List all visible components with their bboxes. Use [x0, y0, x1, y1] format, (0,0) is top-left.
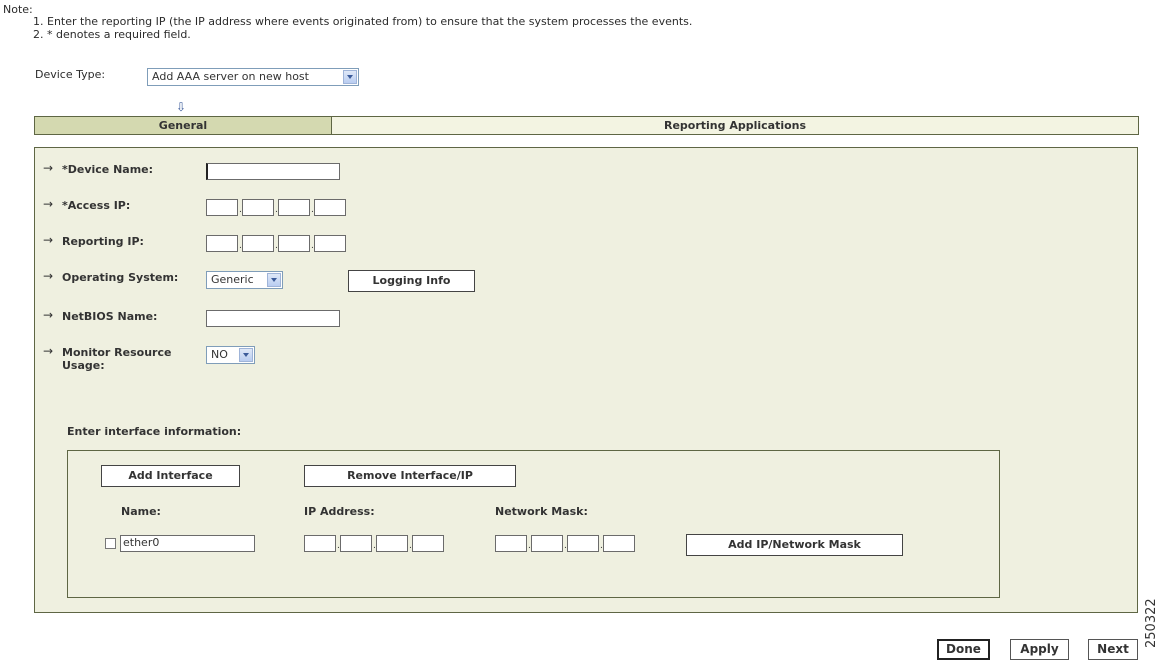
interface-ip-octet-4[interactable]: [412, 535, 444, 552]
done-button[interactable]: Done: [937, 639, 990, 660]
chevron-down-icon[interactable]: [343, 70, 357, 84]
interface-name-field[interactable]: ether0: [120, 535, 255, 552]
reporting-ip-octet-4[interactable]: [314, 235, 346, 252]
note-line-2: 2. * denotes a required field.: [33, 28, 191, 41]
reporting-ip-octet-1[interactable]: [206, 235, 238, 252]
netbios-label: NetBIOS Name:: [62, 310, 158, 323]
interface-ip-octet-2[interactable]: [340, 535, 372, 552]
tab-general[interactable]: General: [34, 116, 332, 135]
column-ip-header: IP Address:: [304, 505, 375, 518]
monitor-label-line-2: Usage:: [62, 359, 105, 372]
apply-button[interactable]: Apply: [1010, 639, 1069, 660]
reporting-ip-octet-2[interactable]: [242, 235, 274, 252]
arrow-right-icon: →: [43, 197, 54, 211]
down-arrow-icon: ⇩: [176, 100, 187, 114]
chevron-down-icon[interactable]: [239, 348, 253, 362]
figure-id: 250322: [1144, 598, 1159, 648]
netbios-field[interactable]: [206, 310, 340, 327]
arrow-right-icon: →: [43, 233, 54, 247]
monitor-label-line-1: Monitor Resource: [62, 346, 172, 359]
device-name-field[interactable]: [206, 163, 340, 180]
interface-mask-octet-2[interactable]: [531, 535, 563, 552]
arrow-right-icon: →: [43, 344, 54, 358]
access-ip-label: *Access IP:: [62, 199, 131, 212]
column-name-header: Name:: [121, 505, 161, 518]
os-selected: Generic: [211, 273, 254, 286]
column-mask-header: Network Mask:: [495, 505, 588, 518]
next-button[interactable]: Next: [1088, 639, 1138, 660]
chevron-down-icon[interactable]: [267, 273, 281, 287]
arrow-right-icon: →: [43, 269, 54, 283]
tab-reporting-applications[interactable]: Reporting Applications: [331, 116, 1139, 135]
os-select[interactable]: Generic: [206, 271, 283, 289]
monitor-selected: NO: [211, 348, 228, 361]
reporting-ip-octet-3[interactable]: [278, 235, 310, 252]
arrow-right-icon: →: [43, 161, 54, 175]
add-ip-mask-button[interactable]: Add IP/Network Mask: [686, 534, 903, 556]
access-ip-octet-4[interactable]: [314, 199, 346, 216]
device-name-label: *Device Name:: [62, 163, 154, 176]
interface-ip-octet-3[interactable]: [376, 535, 408, 552]
access-ip-octet-1[interactable]: [206, 199, 238, 216]
monitor-select[interactable]: NO: [206, 346, 255, 364]
interface-ip-octet-1[interactable]: [304, 535, 336, 552]
note-title: Note:: [3, 3, 33, 16]
add-interface-button[interactable]: Add Interface: [101, 465, 240, 487]
reporting-ip-label: Reporting IP:: [62, 235, 144, 248]
os-label: Operating System:: [62, 271, 179, 284]
remove-interface-button[interactable]: Remove Interface/IP: [304, 465, 516, 487]
interface-mask-octet-1[interactable]: [495, 535, 527, 552]
device-type-label: Device Type:: [35, 68, 106, 81]
interface-heading: Enter interface information:: [67, 425, 242, 438]
interface-row-checkbox[interactable]: [105, 538, 116, 549]
device-type-select[interactable]: Add AAA server on new host: [147, 68, 359, 86]
device-type-selected: Add AAA server on new host: [152, 70, 309, 83]
interface-mask-octet-4[interactable]: [603, 535, 635, 552]
access-ip-octet-2[interactable]: [242, 199, 274, 216]
logging-info-button[interactable]: Logging Info: [348, 270, 475, 292]
access-ip-octet-3[interactable]: [278, 199, 310, 216]
note-line-1: 1. Enter the reporting IP (the IP addres…: [33, 15, 693, 28]
arrow-right-icon: →: [43, 308, 54, 322]
interface-mask-octet-3[interactable]: [567, 535, 599, 552]
